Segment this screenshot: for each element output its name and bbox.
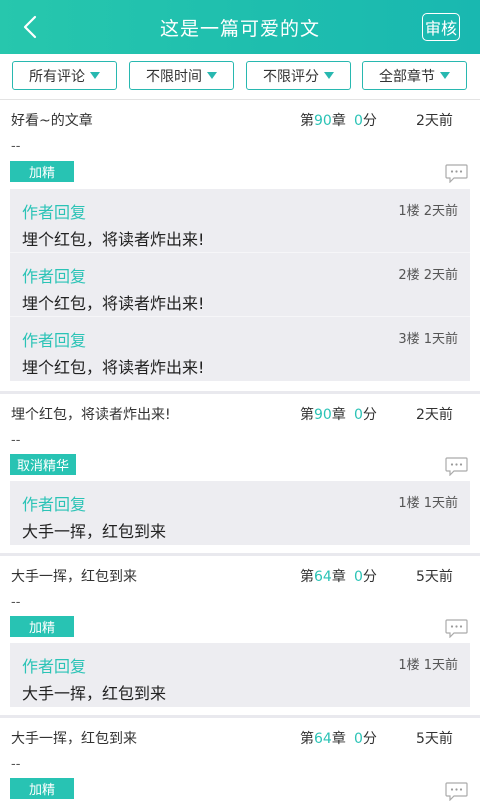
chapter-prefix: 第 <box>300 731 314 747</box>
comment-item: 埋个红包，将读者炸出来! 第90章 0分 2天前 -- 取消精华 作者回复 1楼… <box>0 394 480 556</box>
chapter-label: 第64章 <box>300 566 346 586</box>
filter-label: 全部章节 <box>379 68 435 85</box>
reply-item: 作者回复 3楼 1天前 埋个红包，将读者炸出来! <box>10 317 470 381</box>
reply-text: 大手一挥，红包到来 <box>22 684 167 703</box>
score-value: 0 <box>354 113 363 129</box>
comment-bubble-icon[interactable] <box>445 619 468 638</box>
chapter-number: 64 <box>314 731 332 747</box>
reply-meta: 2楼 2天前 <box>398 268 458 283</box>
caret-down-icon <box>207 72 217 79</box>
chapter-number: 90 <box>314 407 332 423</box>
reply-text: 埋个红包，将读者炸出来! <box>22 294 205 313</box>
comment-text: 埋个红包，将读者炸出来! <box>11 407 171 423</box>
chapter-label: 第90章 <box>300 110 346 130</box>
comment-time: 5天前 <box>416 569 453 585</box>
reply-meta: 3楼 1天前 <box>398 332 458 347</box>
back-chevron-icon[interactable] <box>18 13 44 41</box>
chapter-prefix: 第 <box>300 113 314 129</box>
comment-item: 大手一挥，红包到来 第64章 0分 5天前 -- 加精 作者回复 1楼 1天前 … <box>0 556 480 718</box>
reply-text: 埋个红包，将读者炸出来! <box>22 230 205 249</box>
chapter-prefix: 第 <box>300 569 314 585</box>
filter-label: 不限评分 <box>263 68 319 85</box>
reply-author: 作者回复 <box>22 203 87 222</box>
chapter-label: 第90章 <box>300 404 346 424</box>
filter-bar: 所有评论 不限时间 不限评分 全部章节 <box>0 54 480 100</box>
feature-button[interactable]: 加精 <box>10 616 74 637</box>
reply-item: 作者回复 2楼 2天前 埋个红包，将读者炸出来! <box>10 253 470 317</box>
filter-chapter-dropdown[interactable]: 全部章节 <box>362 61 467 90</box>
score-label: 0分 <box>354 728 377 748</box>
reply-item: 作者回复 1楼 1天前 大手一挥，红包到来 <box>10 481 470 545</box>
comment-time: 2天前 <box>416 407 453 423</box>
chapter-prefix: 第 <box>300 407 314 423</box>
comment-bubble-icon[interactable] <box>445 164 468 183</box>
score-label: 0分 <box>354 566 377 586</box>
chapter-suffix: 章 <box>331 113 346 129</box>
comment-placeholder: -- <box>11 757 21 772</box>
comment-text: 大手一挥，红包到来 <box>11 731 137 747</box>
caret-down-icon <box>324 72 334 79</box>
reply-item: 作者回复 1楼 1天前 大手一挥，红包到来 <box>10 643 470 707</box>
score-unit: 分 <box>362 569 377 585</box>
filter-score-dropdown[interactable]: 不限评分 <box>246 61 351 90</box>
score-unit: 分 <box>362 407 377 423</box>
reply-author: 作者回复 <box>22 331 87 350</box>
chapter-suffix: 章 <box>331 407 346 423</box>
comment-time: 2天前 <box>416 113 453 129</box>
score-label: 0分 <box>354 110 377 130</box>
reply-list: 作者回复 1楼 1天前 大手一挥，红包到来 <box>10 643 470 707</box>
feature-button[interactable]: 加精 <box>10 778 74 799</box>
score-value: 0 <box>354 407 363 423</box>
comment-bubble-icon[interactable] <box>445 782 468 801</box>
score-label: 0分 <box>354 404 377 424</box>
comment-placeholder: -- <box>11 433 21 448</box>
feature-button[interactable]: 加精 <box>10 161 74 182</box>
filter-time-dropdown[interactable]: 不限时间 <box>129 61 234 90</box>
reply-list: 作者回复 1楼 2天前 埋个红包，将读者炸出来! 作者回复 2楼 2天前 埋个红… <box>10 189 470 381</box>
unfeature-button[interactable]: 取消精华 <box>10 454 76 475</box>
page-title: 这是一篇可爱的文 <box>159 17 320 40</box>
comment-time: 5天前 <box>416 731 453 747</box>
reply-text: 埋个红包，将读者炸出来! <box>22 358 205 377</box>
reply-list: 作者回复 1楼 1天前 大手一挥，红包到来 <box>10 481 470 545</box>
reply-meta: 1楼 1天前 <box>398 658 458 673</box>
score-value: 0 <box>354 731 363 747</box>
chapter-number: 64 <box>314 569 332 585</box>
reply-meta: 1楼 1天前 <box>398 496 458 511</box>
filter-label: 所有评论 <box>29 68 85 85</box>
chapter-suffix: 章 <box>331 569 346 585</box>
reply-meta: 1楼 2天前 <box>398 204 458 219</box>
reply-author: 作者回复 <box>22 657 87 676</box>
comment-item: 好看~的文章 第90章 0分 2天前 -- 加精 作者回复 1楼 2天前 埋个红… <box>0 100 480 394</box>
reply-item: 作者回复 1楼 2天前 埋个红包，将读者炸出来! <box>10 189 470 253</box>
chapter-label: 第64章 <box>300 728 346 748</box>
caret-down-icon <box>440 72 450 79</box>
comment-placeholder: -- <box>11 595 21 610</box>
reply-author: 作者回复 <box>22 267 87 286</box>
comment-list: 好看~的文章 第90章 0分 2天前 -- 加精 作者回复 1楼 2天前 埋个红… <box>0 100 480 808</box>
audit-button[interactable]: 审核 <box>422 13 460 41</box>
chapter-number: 90 <box>314 113 332 129</box>
score-value: 0 <box>354 569 363 585</box>
reply-author: 作者回复 <box>22 495 87 514</box>
score-unit: 分 <box>362 731 377 747</box>
caret-down-icon <box>90 72 100 79</box>
comment-text: 大手一挥，红包到来 <box>11 569 137 585</box>
comment-placeholder: -- <box>11 139 21 154</box>
comment-text: 好看~的文章 <box>11 113 93 129</box>
comment-bubble-icon[interactable] <box>445 457 468 476</box>
reply-text: 大手一挥，红包到来 <box>22 522 167 541</box>
filter-comments-dropdown[interactable]: 所有评论 <box>12 61 117 90</box>
filter-label: 不限时间 <box>146 68 202 85</box>
score-unit: 分 <box>362 113 377 129</box>
comment-item: 大手一挥，红包到来 第64章 0分 5天前 -- 加精 <box>0 718 480 808</box>
chapter-suffix: 章 <box>331 731 346 747</box>
title-bar: 这是一篇可爱的文 审核 <box>0 0 480 54</box>
